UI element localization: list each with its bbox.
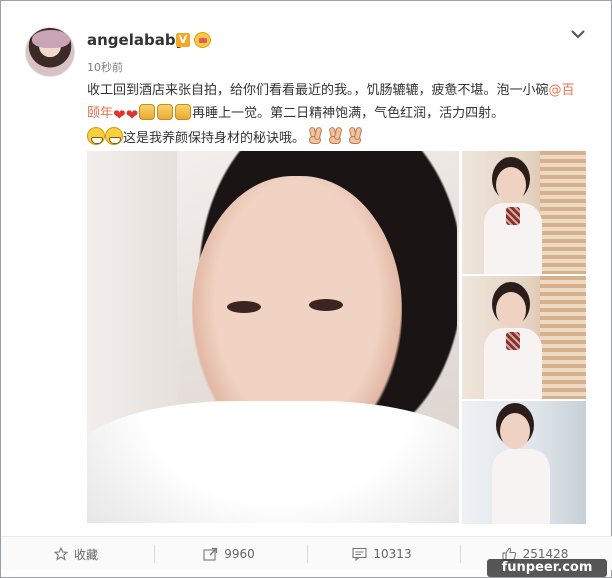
peace-sign-icon bbox=[347, 127, 363, 145]
heart-icon: ❤ bbox=[113, 106, 126, 124]
chevron-down-icon[interactable] bbox=[571, 29, 585, 39]
favorite-button[interactable]: 收藏 bbox=[1, 537, 151, 571]
comment-count: 10313 bbox=[373, 547, 412, 561]
username[interactable]: angelababy bbox=[87, 31, 185, 49]
grin-emoji-icon bbox=[87, 127, 105, 145]
avatar[interactable] bbox=[25, 27, 75, 77]
watermark: funpeer.com bbox=[487, 559, 607, 577]
post-text-part1: 收工回到酒店来张自拍，给你们看看最近的我。，饥肠辘辘，疲惫不堪。泡一小碗 bbox=[87, 83, 549, 98]
comment-button[interactable]: 10313 bbox=[307, 537, 457, 571]
favorite-label: 收藏 bbox=[73, 547, 98, 562]
post-time[interactable]: 10秒前 bbox=[87, 59, 123, 75]
share-button[interactable]: 9960 bbox=[154, 537, 304, 571]
thumbnail-photo[interactable] bbox=[462, 401, 586, 524]
thumbnail-photo[interactable] bbox=[462, 276, 586, 399]
comment-icon bbox=[352, 547, 367, 561]
post-text-part2: 再睡上一觉。第二日精神饱满，气色红润，活力四射。 bbox=[192, 106, 505, 121]
thumbs-up-emoji-icon bbox=[175, 104, 192, 120]
share-icon bbox=[203, 547, 218, 561]
verified-badge-icon: V bbox=[176, 33, 190, 47]
post-text-part3: 这是我养颜保持身材的秘诀哦。 bbox=[123, 131, 306, 146]
thumbnail-photo[interactable] bbox=[462, 151, 586, 274]
main-photo[interactable] bbox=[87, 151, 459, 523]
post-card: angelababy V 10秒前 收工回到酒店来张自拍，给你们看看最近的我。，… bbox=[0, 0, 612, 578]
post-text: 收工回到酒店来张自拍，给你们看看最近的我。，饥肠辘辘，疲惫不堪。泡一小碗@百颐年… bbox=[87, 79, 587, 150]
star-icon bbox=[53, 547, 68, 561]
peace-sign-icon bbox=[307, 127, 323, 145]
share-count: 9960 bbox=[224, 547, 255, 561]
heart-icon: ❤ bbox=[125, 106, 139, 124]
peace-sign-icon bbox=[327, 127, 343, 145]
thumbs-up-emoji-icon bbox=[139, 104, 156, 120]
thumbs-up-emoji-icon bbox=[157, 104, 174, 120]
grin-emoji-icon bbox=[105, 127, 123, 145]
member-badge-icon bbox=[194, 32, 211, 48]
